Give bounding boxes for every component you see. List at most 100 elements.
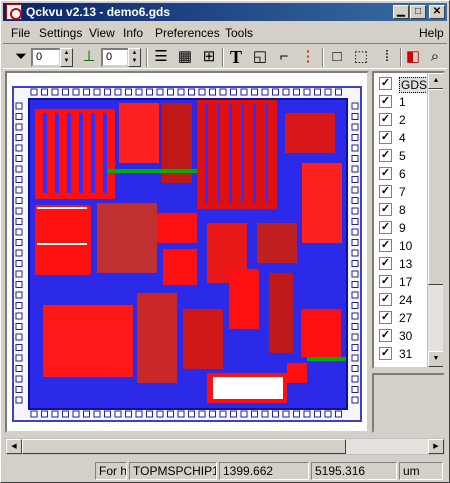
layer-item[interactable]: ✓ 17 (377, 273, 431, 290)
depth-min-stepper[interactable]: ▲ ▼ (60, 48, 73, 67)
menu-help[interactable]: Help (419, 26, 444, 40)
layer-checkbox[interactable]: ✓ (379, 221, 392, 234)
layout-canvas[interactable] (5, 71, 369, 433)
bond-pad (15, 344, 23, 351)
menu-info[interactable]: Info (123, 26, 143, 40)
layer-checkbox[interactable]: ✓ (379, 131, 392, 144)
layer-checkbox[interactable]: ✓ (379, 257, 392, 270)
layer-item[interactable]: ✓ 9 (377, 219, 431, 236)
minimize-button[interactable]: ▁ (393, 5, 409, 19)
select-box-icon[interactable]: ⬚ (351, 47, 371, 67)
bond-pad (351, 396, 359, 404)
bond-pad (15, 102, 23, 110)
depth-min-input[interactable]: 0 (31, 48, 61, 67)
bond-pad (51, 88, 59, 96)
layout-drawing (12, 86, 362, 422)
layer-item[interactable]: ✓ 8 (377, 201, 431, 218)
layer-checkbox[interactable]: ✓ (379, 113, 392, 126)
layer-checkbox[interactable]: ✓ (379, 149, 392, 162)
scroll-down-icon[interactable]: ▼ (428, 351, 443, 367)
bond-pad (62, 410, 69, 418)
layer-item-gdsii[interactable]: ✓ GDSII (377, 75, 436, 93)
status-y-coordinate: 5195.316 (311, 462, 397, 480)
layer-checkbox[interactable]: ✓ (379, 275, 392, 288)
maximize-button[interactable]: □ (410, 5, 426, 19)
menu-settings[interactable]: Settings (39, 26, 82, 40)
menu-view[interactable]: View (89, 26, 115, 40)
bond-pad (72, 88, 80, 96)
layer-label: 8 (399, 203, 406, 217)
bond-pad (15, 302, 23, 309)
cells-icon[interactable]: ▦ (175, 47, 195, 67)
bond-pad (15, 270, 23, 278)
delete-box-icon[interactable]: ◱ (250, 47, 270, 67)
layer-item[interactable]: ✓ 4 (377, 129, 431, 146)
fill-icon[interactable]: ◧ (403, 47, 423, 67)
bond-pad (240, 410, 248, 418)
toolbar-separator (400, 48, 402, 67)
layer-checkbox[interactable]: ✓ (379, 293, 392, 306)
layer-checkbox[interactable]: ✓ (379, 311, 392, 324)
menu-tools[interactable]: Tools (225, 26, 253, 40)
bond-pad (335, 410, 342, 418)
scroll-up-icon[interactable]: ▲ (428, 73, 443, 89)
hierarchy-icon[interactable]: ⊥ (79, 47, 99, 67)
delete-all-icon[interactable]: ⋮ (298, 47, 318, 67)
layer-list[interactable]: ✓ GDSII ✓ 1 ✓ 2 ✓ 4 ✓ 5 ✓ 6 ✓ 7 ✓ 8 ✓ 9 … (372, 71, 445, 369)
bond-pad (125, 88, 132, 96)
depth-max-input[interactable]: 0 (101, 48, 129, 67)
layer-item[interactable]: ✓ 2 (377, 111, 431, 128)
bond-pad (351, 365, 359, 372)
layer-item[interactable]: ✓ 6 (377, 165, 431, 182)
rectangle-icon[interactable]: □ (327, 47, 347, 67)
horizontal-scrollbar[interactable]: ◀ ▶ (5, 438, 445, 455)
layer-checkbox[interactable]: ✓ (379, 329, 392, 342)
bond-pad (351, 165, 359, 173)
text-tool-icon[interactable]: T (226, 47, 246, 67)
layer-item[interactable]: ✓ 31 (377, 345, 431, 362)
menu-file[interactable]: File (11, 26, 30, 40)
bond-pad (15, 365, 23, 372)
delete-path-icon[interactable]: ⌐ (274, 47, 294, 67)
filter-icon[interactable]: ⏷ (11, 47, 31, 67)
layer-detail-pane (372, 373, 445, 433)
app-icon[interactable] (6, 4, 22, 20)
layer-scrollbar[interactable]: ▲ ▼ (427, 73, 443, 367)
layer-label: 10 (399, 239, 413, 253)
bond-pad (351, 134, 359, 141)
layer-checkbox[interactable]: ✓ (379, 347, 392, 360)
scroll-left-icon[interactable]: ◀ (6, 439, 22, 454)
bond-pad (335, 88, 342, 96)
layer-checkbox[interactable]: ✓ (379, 239, 392, 252)
scroll-thumb[interactable] (22, 439, 346, 454)
layer-item[interactable]: ✓ 1 (377, 93, 431, 110)
layers-icon[interactable]: ☰ (151, 47, 171, 67)
layer-checkbox[interactable]: ✓ (379, 185, 392, 198)
status-units: um (399, 462, 443, 480)
bond-pad (15, 249, 23, 257)
window-title: Qckvu v2.13 - demo6.gds (26, 5, 171, 19)
layer-item[interactable]: ✓ 7 (377, 183, 431, 200)
layer-item[interactable]: ✓ 13 (377, 255, 431, 272)
depth-max-stepper[interactable]: ▲ ▼ (128, 48, 141, 67)
layer-item[interactable]: ✓ 30 (377, 327, 431, 344)
bond-pad (15, 186, 23, 194)
layer-checkbox[interactable]: ✓ (379, 77, 392, 90)
grid-cells-icon[interactable]: ⊞ (199, 47, 219, 67)
layer-item[interactable]: ✓ 24 (377, 291, 431, 308)
grid-icon[interactable]: ⁞ (377, 47, 397, 67)
layer-checkbox[interactable]: ✓ (379, 167, 392, 180)
status-cell-name: TOPMSPCHIP1 (129, 462, 217, 480)
zoom-icon[interactable]: ⌕ (425, 47, 445, 67)
scroll-right-icon[interactable]: ▶ (428, 439, 444, 454)
bond-pad (114, 410, 122, 418)
layer-checkbox[interactable]: ✓ (379, 203, 392, 216)
layer-item[interactable]: ✓ 5 (377, 147, 431, 164)
layer-checkbox[interactable]: ✓ (379, 95, 392, 108)
scroll-thumb[interactable] (428, 89, 443, 285)
close-button[interactable]: ✕ (429, 5, 445, 19)
layer-item[interactable]: ✓ 27 (377, 309, 431, 326)
bond-pad (167, 88, 174, 96)
menu-preferences[interactable]: Preferences (155, 26, 220, 40)
layer-item[interactable]: ✓ 10 (377, 237, 431, 254)
